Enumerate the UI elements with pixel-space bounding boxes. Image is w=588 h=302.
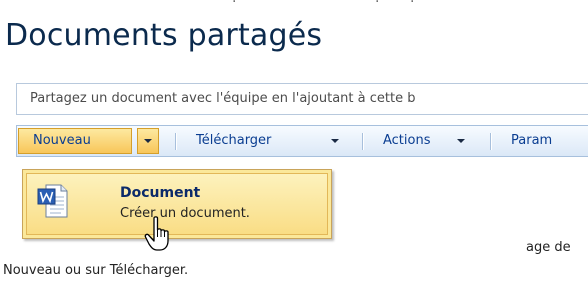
toolbar-separator (490, 133, 492, 150)
cropped-header-fragment: · · · (232, 0, 416, 8)
description-text: Partagez un document avec l'équipe en l'… (30, 91, 416, 106)
page-title: Documents partagés (5, 18, 323, 53)
menu-item-description: Créer un document. (120, 206, 250, 221)
instruction-text: Nouveau ou sur Télécharger. (3, 263, 189, 278)
chevron-down-icon[interactable] (457, 139, 465, 143)
upload-button[interactable]: Télécharger (196, 126, 271, 156)
library-description: Partagez un document avec l'équipe en l'… (16, 83, 588, 115)
chevron-down-icon[interactable] (331, 139, 339, 143)
new-dropdown-menu: Document Créer un document. (22, 169, 332, 239)
actions-button[interactable]: Actions (383, 126, 431, 156)
chevron-down-icon (144, 139, 152, 143)
new-menu-dropdown[interactable] (137, 128, 159, 154)
hand-pointer-icon (144, 216, 169, 251)
new-button[interactable]: Nouveau (18, 128, 132, 154)
upload-button-label: Télécharger (196, 133, 272, 148)
toolbar-separator (362, 133, 364, 150)
word-document-icon (37, 184, 68, 218)
menu-item-new-document[interactable]: Document Créer un document. (26, 173, 328, 235)
instruction-text-fragment: age de (526, 240, 571, 255)
menu-item-title: Document (120, 185, 201, 201)
new-button-label: Nouveau (33, 133, 91, 148)
toolbar-separator (175, 133, 177, 150)
settings-button[interactable]: Param (511, 126, 552, 156)
settings-button-label: Param (511, 133, 553, 148)
actions-button-label: Actions (383, 133, 431, 148)
list-toolbar: Nouveau Télécharger Actions Param (16, 125, 588, 157)
